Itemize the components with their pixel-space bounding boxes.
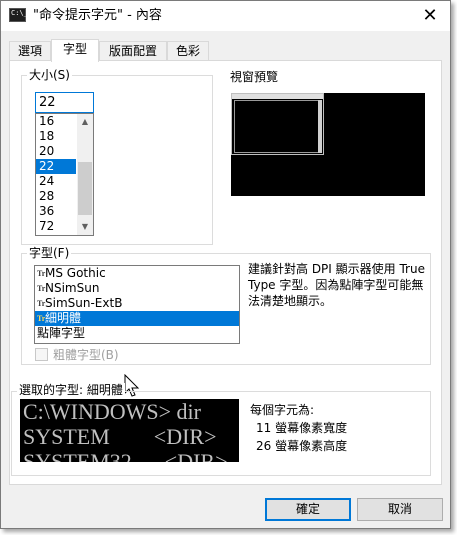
console-app-icon: C:\_ [9, 8, 28, 22]
sample-line: SYSTEM32 <DIR> [23, 449, 228, 463]
cancel-button[interactable]: 取消 [357, 498, 443, 521]
char-info-title: 每個字元為: [250, 403, 315, 417]
char-width-label: 螢幕像素寬度 [275, 421, 348, 435]
size-option[interactable]: 20 [36, 144, 76, 159]
bold-font-checkbox[interactable]: 粗體字型(B) [35, 347, 119, 363]
font-tab-panel: 大小(S) 22 16 18 20 22 24 28 36 72 ▲ ▼ 視窗預… [9, 60, 442, 485]
close-icon[interactable]: ✕ [419, 5, 441, 27]
font-list[interactable]: TrMS Gothic TrNSimSun TrSimSun-ExtB Tr細明… [34, 265, 240, 344]
size-input[interactable]: 22 [35, 92, 94, 113]
truetype-recommendation-note: 建議針對高 DPI 顯示器使用 TrueType 字型。因為點陣字型可能無法清楚… [248, 262, 425, 308]
size-list-scrollbar[interactable]: ▲ ▼ [77, 114, 93, 235]
preview-scrollbar [318, 100, 322, 153]
font-option[interactable]: TrNSimSun [35, 281, 239, 296]
char-info: 每個字元為: 11 螢幕像素寬度 26 螢幕像素高度 [250, 401, 347, 455]
truetype-icon: Tr [37, 299, 46, 308]
size-option-selected[interactable]: 22 [36, 159, 76, 174]
tab-font[interactable]: 字型 [51, 39, 99, 62]
ok-button[interactable]: 確定 [265, 498, 351, 521]
tab-colors[interactable]: 色彩 [167, 41, 209, 61]
font-option[interactable]: 點陣字型 [35, 326, 239, 341]
sample-line: SYSTEM <DIR> [23, 424, 217, 449]
char-width-value: 11 [256, 421, 272, 435]
size-label: 大小(S) [27, 68, 72, 82]
size-option[interactable]: 16 [36, 114, 76, 129]
truetype-icon: Tr [37, 314, 46, 323]
size-option[interactable]: 72 [36, 219, 76, 234]
font-option[interactable]: TrMS Gothic [35, 266, 239, 281]
bold-font-label: 粗體字型(B) [53, 348, 119, 362]
char-height-row: 26 螢幕像素高度 [250, 437, 347, 455]
size-option[interactable]: 28 [36, 189, 76, 204]
title-bar[interactable]: C:\_ "命令提示字元" - 內容 ✕ [1, 1, 450, 31]
app-icon-text: C:\_ [11, 9, 28, 17]
scroll-thumb[interactable] [78, 162, 92, 215]
char-height-label: 螢幕像素高度 [275, 439, 348, 453]
char-width-row: 11 螢幕像素寬度 [250, 419, 347, 437]
tab-layout[interactable]: 版面配置 [99, 41, 167, 61]
char-height-value: 26 [256, 439, 272, 453]
truetype-icon: Tr [37, 284, 46, 293]
checkbox-box[interactable] [35, 348, 48, 361]
window-title: "命令提示字元" - 內容 [33, 8, 162, 23]
truetype-icon: Tr [37, 269, 46, 278]
tab-bar: 選項 字型 版面配置 色彩 [9, 39, 449, 62]
font-sample-preview: C:\WINDOWS> dir SYSTEM <DIR> SYSTEM32 <D… [20, 399, 239, 462]
scroll-up-icon[interactable]: ▲ [77, 114, 93, 130]
preview-titlebar [232, 94, 323, 99]
scroll-down-icon[interactable]: ▼ [77, 219, 93, 235]
selected-font-label: 選取的字型: 細明體 [17, 383, 125, 397]
size-option[interactable]: 18 [36, 129, 76, 144]
sample-line: C:\WINDOWS> dir [23, 399, 201, 424]
font-option[interactable]: TrSimSun-ExtB [35, 296, 239, 311]
font-option-selected[interactable]: Tr細明體 [35, 311, 239, 326]
properties-dialog: C:\_ "命令提示字元" - 內容 ✕ 選項 字型 版面配置 色彩 大小(S)… [0, 0, 451, 529]
size-option[interactable]: 24 [36, 174, 76, 189]
window-preview [231, 93, 425, 196]
size-option[interactable]: 36 [36, 204, 76, 219]
preview-client-area [234, 100, 321, 153]
size-list[interactable]: 16 18 20 22 24 28 36 72 ▲ ▼ [35, 113, 94, 236]
tab-options[interactable]: 選項 [9, 41, 51, 61]
preview-console-window [231, 93, 324, 155]
font-label: 字型(F) [27, 246, 72, 260]
preview-label: 視窗預覽 [230, 70, 279, 84]
